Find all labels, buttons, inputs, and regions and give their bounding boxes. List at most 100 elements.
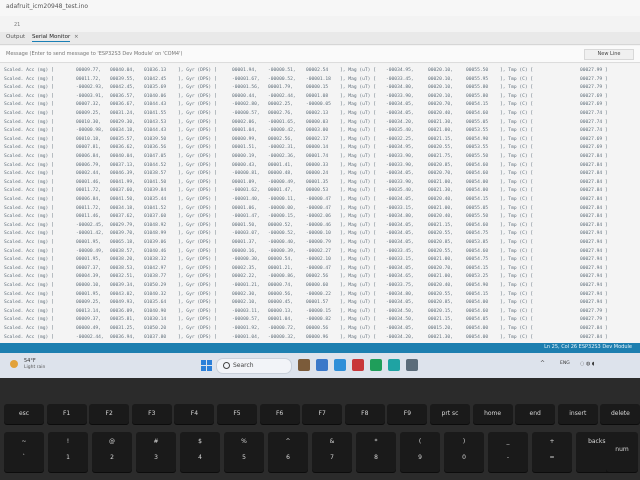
key-f3[interactable]: F3 <box>131 404 172 424</box>
key-f1[interactable]: F1 <box>46 404 87 424</box>
serial-value-acc: 01039.06 <box>144 240 167 245</box>
key-esc[interactable]: esc <box>4 404 44 424</box>
serial-value-mag: -00033.15, <box>386 205 414 211</box>
key-f7[interactable]: F7 <box>302 404 343 424</box>
serial-value-mag: 00054.90 <box>466 136 489 142</box>
file-tab-title[interactable]: adafruit_icm20948_test.ino <box>6 3 88 10</box>
serial-value-acc: 00046.39, <box>110 171 135 177</box>
serial-value-mag: 00021.30, <box>428 334 453 340</box>
serial-value-mag: 00020.70, <box>428 102 453 108</box>
taskbar-app-icon[interactable] <box>406 359 418 371</box>
serial-value-gyr: 00002.54 <box>306 68 329 73</box>
serial-value-gyr: -00001.04, <box>232 334 260 340</box>
key-row-9[interactable]: (9 <box>400 432 440 472</box>
key-end[interactable]: end <box>515 404 556 424</box>
serial-value-gyr: 00000.13, <box>268 308 293 314</box>
serial-value-acc: 00029.79, <box>110 222 135 228</box>
key-home[interactable]: home <box>472 404 513 424</box>
serial-value-mag: 00020.10, <box>428 68 453 73</box>
taskbar-app-icon[interactable] <box>370 359 382 371</box>
edge-browser-icon[interactable] <box>334 359 346 371</box>
serial-value-gyr: -00000.47 <box>306 205 331 211</box>
serial-value-mag: 00054.60 <box>466 171 489 177</box>
key-f6[interactable]: F6 <box>259 404 300 424</box>
key-row-5[interactable]: % 5 <box>224 432 264 472</box>
serial-label-gyr: ], Gyr (DPS) [ <box>178 68 217 73</box>
serial-value-acc: -00000.98, <box>76 128 104 134</box>
serial-label-tmp: ], Tmp (C) [ <box>500 274 534 280</box>
taskbar-search[interactable]: Search <box>216 358 292 374</box>
weather-icon[interactable] <box>10 360 18 368</box>
arduino-ide-icon[interactable] <box>388 359 400 371</box>
file-explorer-icon[interactable] <box>316 359 328 371</box>
serial-value-tmp: 00027.84 ] <box>580 154 608 159</box>
tab-output[interactable]: Output <box>6 34 25 40</box>
key-row-8[interactable]: * 8 <box>356 432 396 472</box>
weather-temperature[interactable]: 54°F <box>24 358 36 364</box>
key-f5[interactable]: F5 <box>217 404 257 424</box>
serial-label-mag: ], Mag (uT) [ <box>340 265 376 271</box>
serial-message-input[interactable] <box>6 49 566 58</box>
language-indicator[interactable]: ENG <box>560 361 570 366</box>
key-row-10[interactable]: ) 0 <box>444 432 484 472</box>
serial-label-gyr: ], Gyr (DPS) [ <box>178 145 217 151</box>
serial-value-gyr: 00001.41, <box>268 162 293 168</box>
serial-value-acc: 01040.06 <box>144 93 167 99</box>
serial-label-acc: Scaled. Acc (mg) [ <box>4 283 54 288</box>
taskbar-app-icon[interactable] <box>352 359 364 371</box>
serial-value-mag: 00015.20, <box>428 326 453 331</box>
serial-label-acc: Scaled. Acc (mg) [ <box>4 334 54 340</box>
serial-value-tmp: 00027.69 ] <box>580 145 608 151</box>
serial-label-acc: Scaled. Acc (mg) [ <box>4 102 54 108</box>
windows-start-icon[interactable] <box>201 360 212 371</box>
serial-label-mag: ], Mag (uT) [ <box>340 171 376 177</box>
serial-value-acc: 00001.95, <box>76 257 101 263</box>
key-row-12[interactable]: + = <box>532 432 572 472</box>
serial-value-mag: 00021.30, <box>428 188 453 194</box>
serial-value-acc: 00036.67, <box>110 102 135 108</box>
serial-value-acc: 01044.43 <box>144 128 167 134</box>
key-row-0[interactable]: ~ ` <box>4 432 44 472</box>
key-num[interactable]: num <box>606 432 638 472</box>
key-row-3[interactable]: #3 <box>136 432 176 472</box>
serial-value-mag: 00020.55, <box>428 291 453 297</box>
serial-value-acc: 00039.55, <box>110 76 135 82</box>
serial-value-acc: 00006.84, <box>76 154 101 159</box>
chevron-up-icon[interactable]: ^ <box>540 360 545 367</box>
key-row-4[interactable]: $4 <box>180 432 220 472</box>
serial-value-gyr: -00001.92, <box>232 326 260 331</box>
key-row-2[interactable]: @2 <box>92 432 132 472</box>
key-row-6[interactable]: ^ 6 <box>268 432 308 472</box>
key-insert[interactable]: insert <box>557 404 598 424</box>
serial-value-gyr: 00001.09, <box>232 179 257 185</box>
serial-value-gyr: -00000.47 <box>306 265 331 271</box>
tab-serial-monitor[interactable]: Serial Monitor <box>32 34 71 42</box>
serial-value-mag: 00055.05 <box>466 205 489 211</box>
key-f4[interactable]: F4 <box>174 404 215 424</box>
key-delete[interactable]: delete <box>600 404 640 424</box>
key-prt-sc[interactable]: prt sc <box>430 404 470 424</box>
serial-value-mag: 00054.60 <box>466 162 489 168</box>
weather-description[interactable]: Light rain <box>24 365 45 370</box>
line-ending-select[interactable]: New Line <box>584 49 634 60</box>
serial-value-gyr: -00000.47 <box>306 197 331 202</box>
key-f8[interactable]: F8 <box>344 404 385 424</box>
taskbar-app-icon[interactable] <box>298 359 310 371</box>
serial-label-gyr: ], Gyr (DPS) [ <box>178 222 217 228</box>
key-f9[interactable]: F9 <box>387 404 428 424</box>
serial-value-gyr: -00000.82 <box>306 317 331 323</box>
serial-value-acc: 00038.53, <box>110 265 135 271</box>
key-row-1[interactable]: ! 1 <box>48 432 88 472</box>
serial-value-gyr: 00001.74 <box>306 154 329 159</box>
key-row-7[interactable]: & 7 <box>312 432 352 472</box>
serial-value-gyr: -00000.57, <box>232 317 260 323</box>
serial-value-acc: -00001.42, <box>76 231 104 237</box>
serial-value-mag: 00054.00 <box>466 300 489 306</box>
key-row-11[interactable]: _ - <box>488 432 528 472</box>
serial-label-mag: ], Mag (uT) [ <box>340 240 376 245</box>
close-icon[interactable]: × <box>74 34 79 40</box>
serial-value-acc: 01040.32 <box>144 291 167 297</box>
serial-value-mag: 00020.70, <box>428 171 453 177</box>
key-f2[interactable]: F2 <box>89 404 130 424</box>
system-tray-icons[interactable]: ◌ ◍ ◖ <box>580 361 595 367</box>
